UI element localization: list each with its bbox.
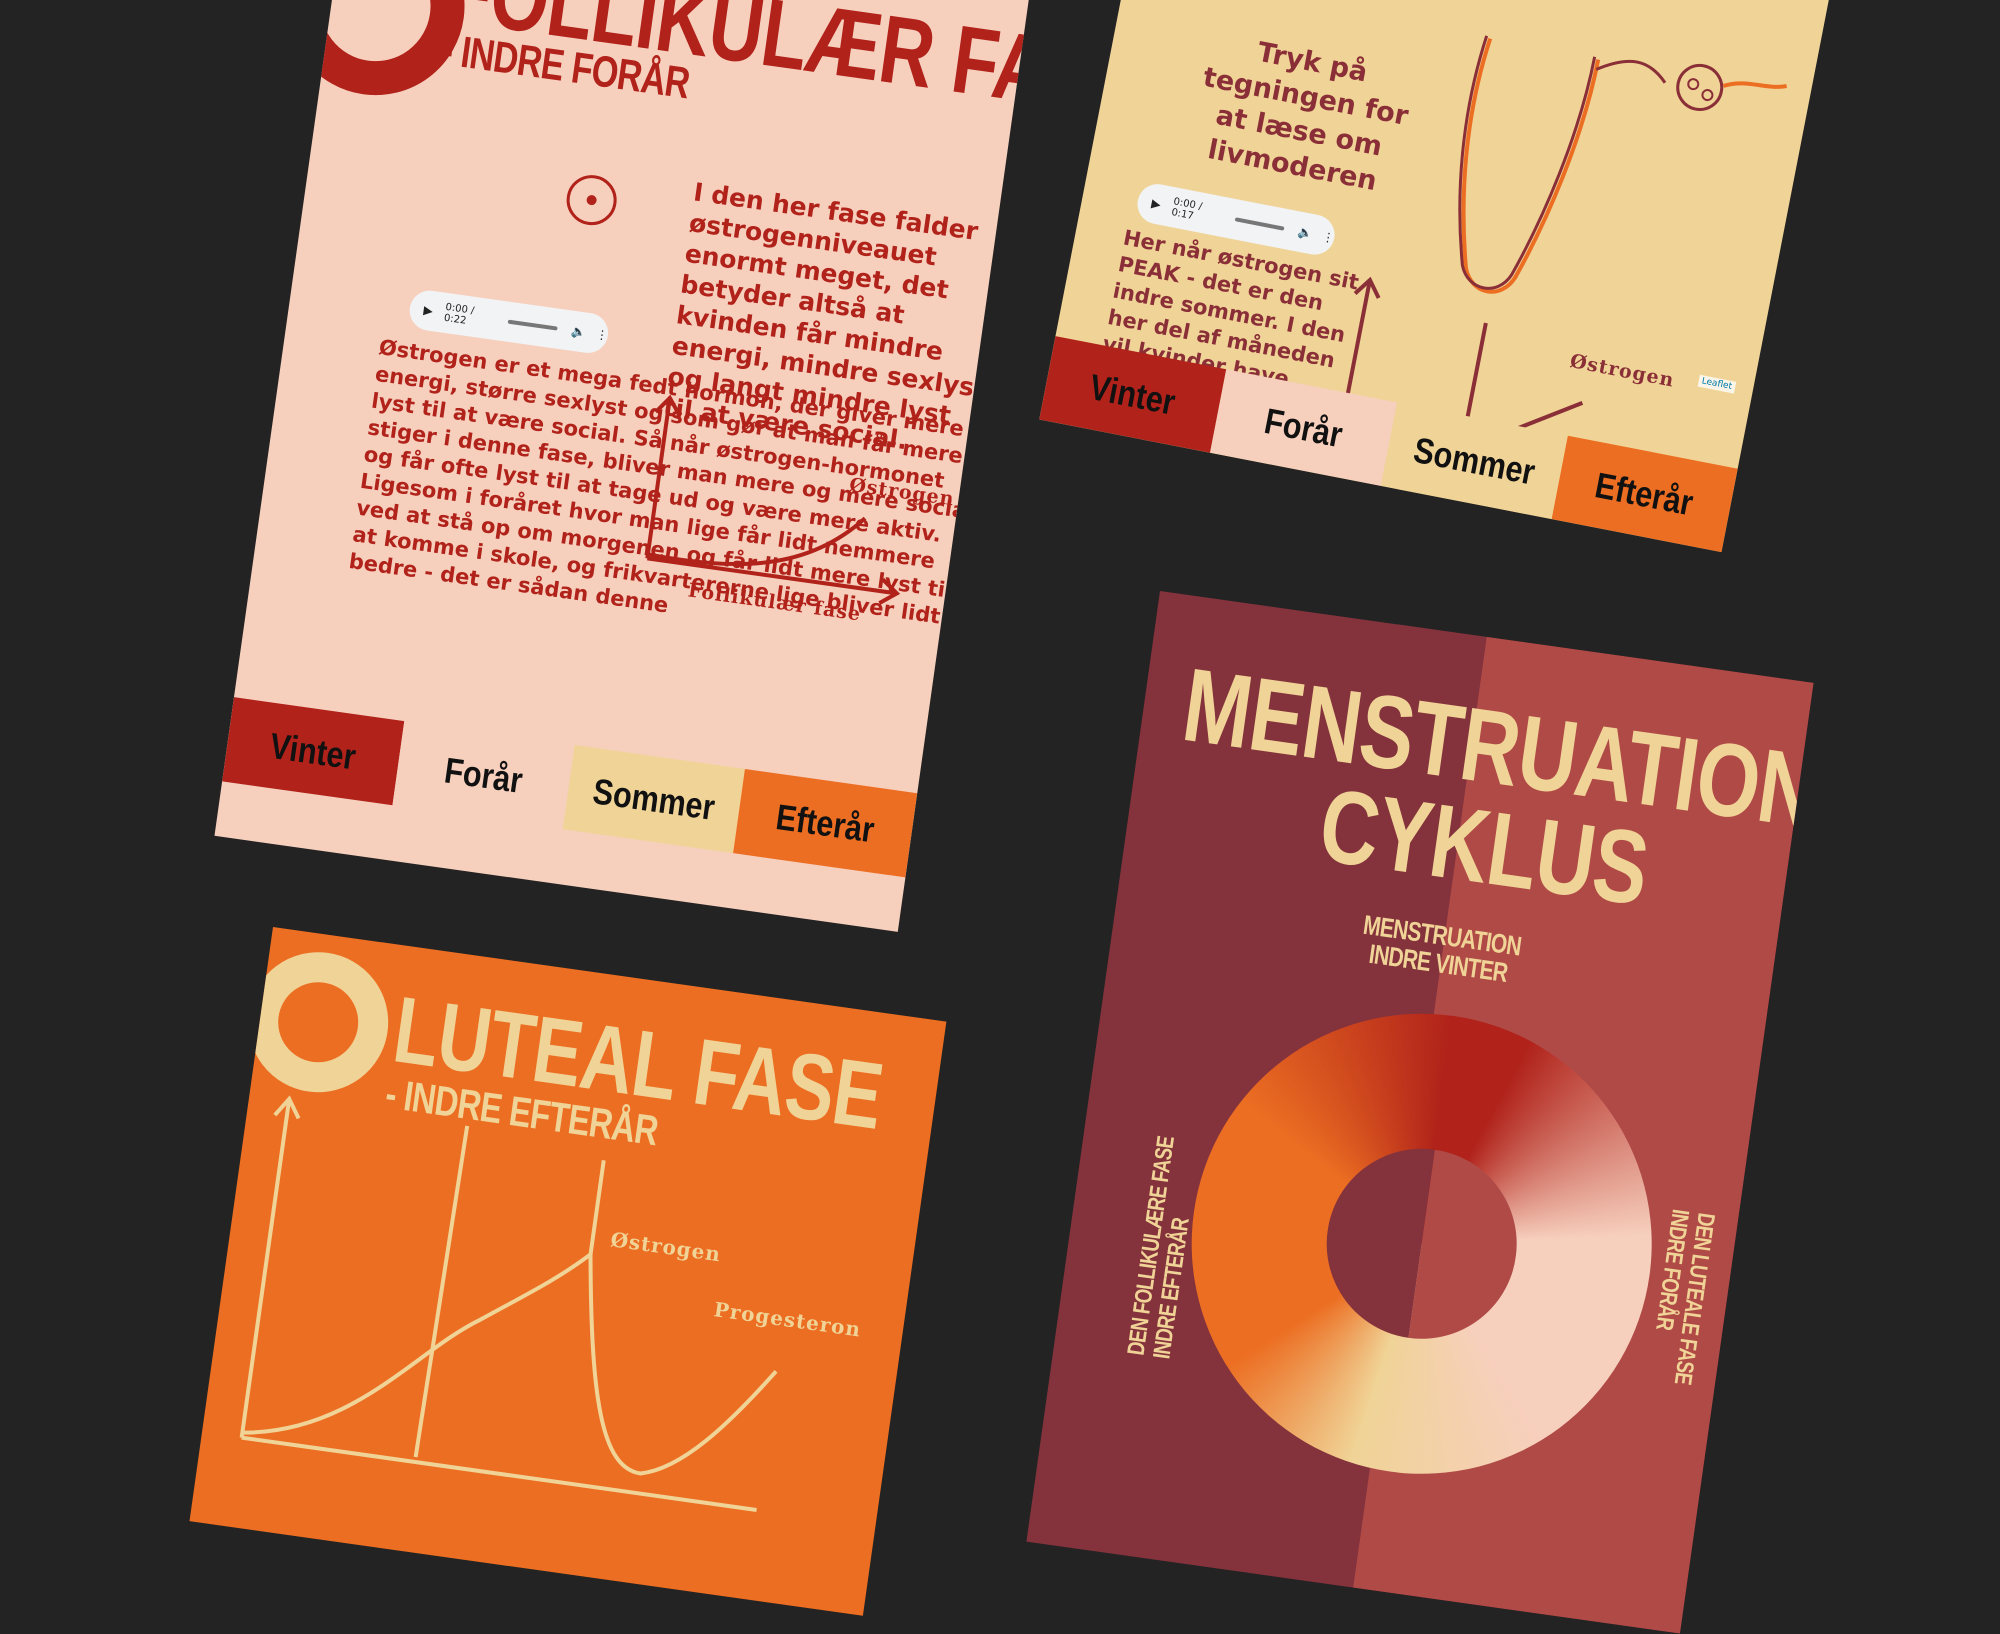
ovary-icon	[1676, 63, 1724, 111]
audio-progress-bar[interactable]	[1234, 217, 1285, 231]
progesterone-curve	[588, 1254, 778, 1476]
x-axis	[241, 1435, 757, 1512]
map-attribution[interactable]: Leaflet	[1697, 374, 1736, 394]
tab-efteraar[interactable]: Efterår	[1551, 435, 1738, 553]
uterus-prompt: Tryk på tegningen for at læse om livmode…	[1200, 36, 1411, 198]
audio-time: 0:00 / 0:17	[1170, 196, 1204, 223]
play-icon[interactable]: ▶	[423, 303, 434, 318]
donut-center	[1314, 1136, 1529, 1352]
target-icon[interactable]	[563, 171, 620, 229]
phase-ring-icon	[239, 943, 398, 1102]
more-options-icon[interactable]: ⋮	[1321, 229, 1335, 245]
audio-progress-bar[interactable]	[507, 319, 558, 331]
cycle-poster-card: MENSTRUATIONS- CYKLUS MENSTRUATION INDRE…	[1026, 591, 1814, 1634]
estrogen-curve	[647, 516, 867, 567]
follicular-phase-card: FOLLIKULÆR FASE - INDRE FORÅR I den her …	[214, 0, 1030, 932]
cycle-divider-line	[413, 1125, 470, 1458]
luteal-phase-card: LUTEAL FASE - INDRE EFTERÅR Østrogen Pro…	[189, 927, 947, 1616]
uterus-card: Tryk på tegningen for at læse om livmode…	[1039, 0, 1831, 553]
more-options-icon[interactable]: ⋮	[595, 327, 609, 343]
audio-time: 0:00 / 0:22	[443, 301, 476, 327]
y-axis	[239, 1100, 291, 1438]
volume-icon[interactable]: 🔈	[570, 324, 587, 340]
play-icon[interactable]: ▶	[1150, 196, 1162, 212]
estrogen-curve	[242, 1160, 606, 1435]
volume-icon[interactable]: 🔈	[1297, 225, 1314, 242]
y-axis	[645, 399, 672, 559]
